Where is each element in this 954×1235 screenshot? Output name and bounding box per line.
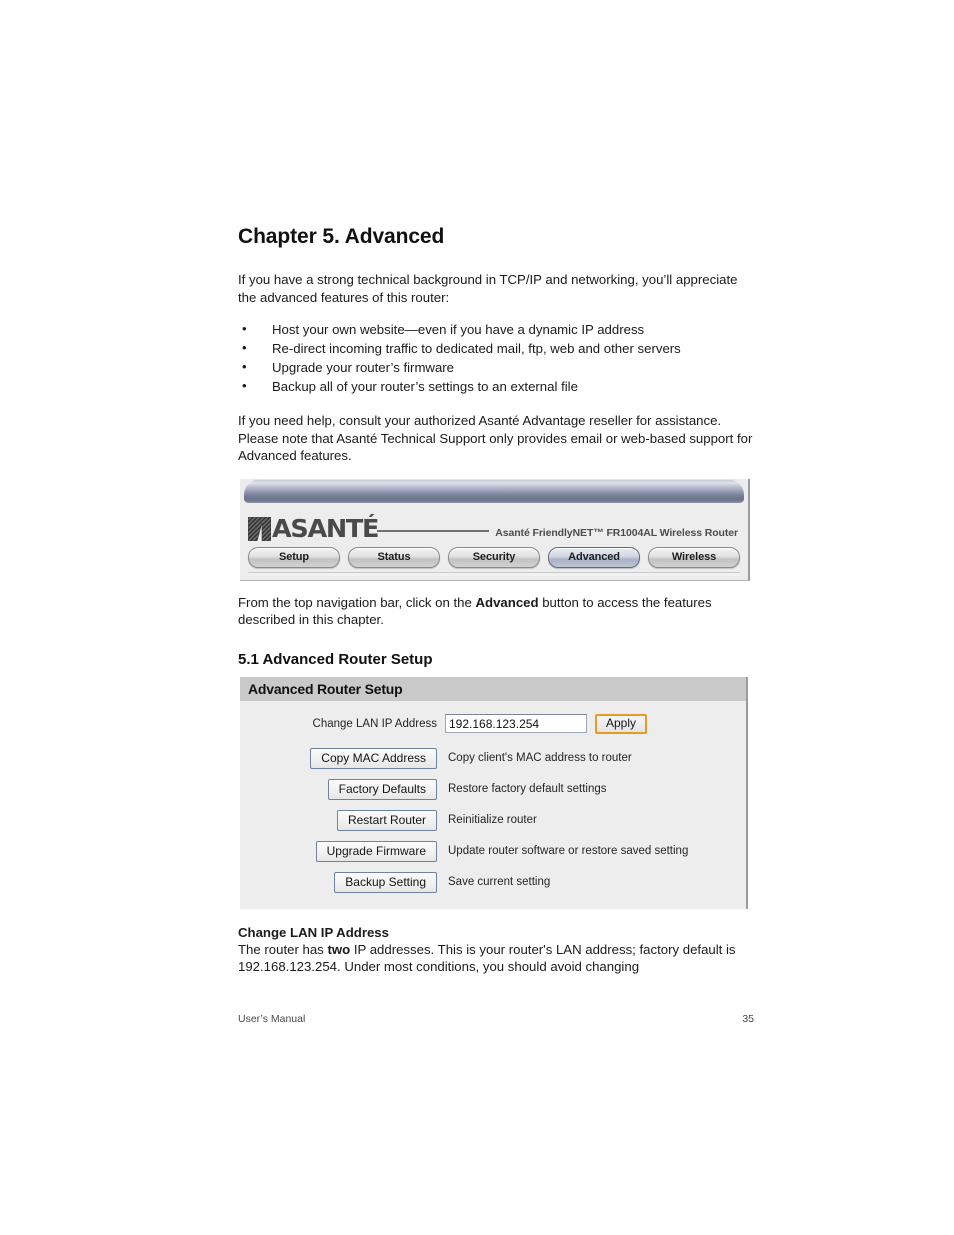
backup-setting-description: Save current setting (448, 876, 551, 888)
list-item: Host your own website—even if you have a… (238, 319, 754, 339)
action-row-backup-setting: Backup Setting Save current setting (240, 871, 746, 893)
footer-manual-label: User’s Manual (238, 1013, 306, 1025)
document-page: Chapter 5. Advanced If you have a strong… (238, 225, 754, 976)
asante-mark-icon (248, 516, 271, 541)
figure-caption-paragraph: From the top navigation bar, click on th… (238, 594, 754, 629)
router-nav-baseline (248, 571, 740, 576)
button-column: Upgrade Firmware (240, 840, 437, 862)
factory-defaults-description: Restore factory default settings (448, 783, 607, 795)
router-nav-figure: ASANTÉ Asanté FriendlyNET™ FR1004AL Wire… (240, 478, 750, 581)
nav-button-security[interactable]: Security (448, 546, 540, 568)
caption-bold-advanced: Advanced (475, 594, 539, 610)
list-item: Upgrade your router’s firmware (238, 357, 754, 377)
logo-rule-divider (376, 529, 490, 532)
nav-button-status[interactable]: Status (348, 546, 440, 568)
intro-paragraph: If you have a strong technical backgroun… (238, 272, 738, 305)
restart-router-description: Reinitialize router (448, 814, 537, 826)
asante-wordmark: ASANTÉ (272, 513, 379, 543)
feature-list: Host your own website—even if you have a… (238, 319, 754, 396)
help-paragraph: If you need help, consult your authorize… (238, 413, 753, 463)
footer-page-number: 35 (742, 1013, 754, 1025)
list-item: Backup all of your router’s settings to … (238, 376, 754, 396)
button-column: Restart Router (240, 809, 437, 831)
lan-text-bold-two: two (327, 941, 351, 957)
lan-ip-row: Change LAN IP Address Apply (240, 701, 746, 734)
copy-mac-address-description: Copy client's MAC address to router (448, 752, 632, 764)
upgrade-firmware-description: Update router software or restore saved … (448, 845, 689, 857)
action-row-factory-defaults: Factory Defaults Restore factory default… (240, 778, 746, 800)
asante-logo: ASANTÉ (248, 513, 379, 543)
router-brand-row: ASANTÉ Asanté FriendlyNET™ FR1004AL Wire… (248, 509, 740, 541)
router-model-label: Asanté FriendlyNET™ FR1004AL Wireless Ro… (495, 526, 738, 539)
button-column: Copy MAC Address (240, 747, 437, 769)
lan-text-lead: The router has (238, 941, 328, 957)
lan-ip-section: Change LAN IP Address The router has two… (238, 925, 754, 976)
nav-button-setup[interactable]: Setup (248, 546, 340, 568)
page-footer: User’s Manual 35 (238, 1013, 754, 1025)
action-button-list: Copy MAC Address Copy client's MAC addre… (240, 747, 746, 893)
upgrade-firmware-button[interactable]: Upgrade Firmware (315, 840, 437, 862)
button-column: Backup Setting (240, 871, 437, 893)
action-row-upgrade-firmware: Upgrade Firmware Update router software … (240, 840, 746, 862)
lan-ip-section-paragraph: The router has two IP addresses. This is… (238, 941, 754, 976)
backup-setting-button[interactable]: Backup Setting (334, 871, 437, 893)
factory-defaults-button[interactable]: Factory Defaults (327, 778, 437, 800)
section-heading-5-1: 5.1 Advanced Router Setup (238, 650, 433, 668)
apply-button[interactable]: Apply (595, 713, 647, 734)
page-title: Chapter 5. Advanced (238, 225, 445, 248)
action-row-copy-mac: Copy MAC Address Copy client's MAC addre… (240, 747, 746, 769)
advanced-router-setup-figure: Advanced Router Setup Change LAN IP Addr… (240, 676, 748, 909)
action-row-restart-router: Restart Router Reinitialize router (240, 809, 746, 831)
caption-text-lead: From the top navigation bar, click on th… (238, 594, 476, 610)
router-window-body: ASANTÉ Asanté FriendlyNET™ FR1004AL Wire… (240, 502, 748, 576)
panel-header-title: Advanced Router Setup (240, 676, 746, 701)
nav-button-wireless[interactable]: Wireless (648, 546, 740, 568)
list-item: Re-direct incoming traffic to dedicated … (238, 338, 754, 358)
nav-button-advanced[interactable]: Advanced (548, 546, 640, 568)
restart-router-button[interactable]: Restart Router (336, 809, 437, 831)
button-column: Factory Defaults (240, 778, 437, 800)
router-nav-bar: Setup Status Security Advanced Wireless (248, 541, 740, 572)
lan-ip-section-heading: Change LAN IP Address (238, 924, 389, 940)
lan-ip-input[interactable] (445, 714, 587, 733)
router-window-titlebar (244, 478, 744, 503)
lan-ip-label: Change LAN IP Address (312, 717, 437, 730)
copy-mac-address-button[interactable]: Copy MAC Address (310, 747, 437, 769)
